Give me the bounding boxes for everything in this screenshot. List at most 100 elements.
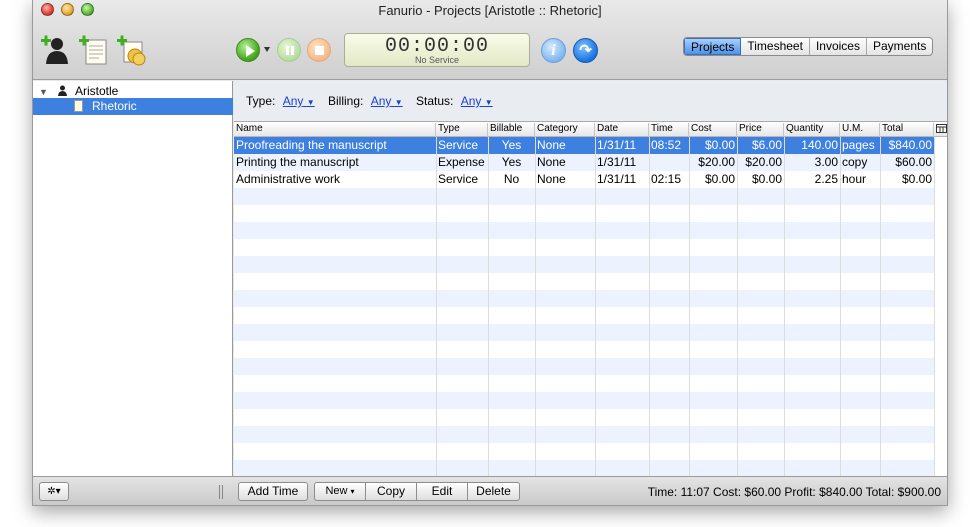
totals-status: Time: 11:07 Cost: $60.00 Profit: $840.00… (647, 485, 941, 499)
table-cell: copy (842, 155, 868, 169)
billing-filter-dropdown[interactable]: Any ▼ (371, 94, 403, 108)
table-cell: 140.00 (801, 138, 838, 152)
table-cell: $20.00 (745, 155, 782, 169)
empty-row (234, 375, 934, 392)
column-header[interactable]: Category (535, 123, 595, 137)
project-label: Rhetoric (92, 99, 137, 113)
column-header[interactable]: Price (737, 123, 784, 137)
empty-row (234, 239, 934, 256)
sidebar: ▼ Aristotle Rhetoric (33, 81, 233, 476)
table-cell: 2.25 (814, 172, 838, 186)
column-divider (934, 137, 935, 476)
tab-payments[interactable]: Payments (867, 38, 932, 55)
table-cell: $0.00 (901, 172, 932, 186)
table-cell: Proofreading the manuscript (236, 138, 387, 152)
table-cell: $0.00 (751, 172, 782, 186)
empty-row (234, 188, 934, 205)
empty-row (234, 324, 934, 341)
main-panel: Type: Any ▼ Billing: Any ▼ Status: Any ▼… (234, 81, 947, 476)
delete-button[interactable]: Delete (467, 482, 520, 501)
table-header: Name Type Billable Category Date Time Cost Pric… (234, 122, 947, 137)
caret-down-icon: ▼ (394, 98, 403, 107)
add-client-icon[interactable] (39, 34, 71, 66)
person-icon (58, 85, 68, 96)
column-header[interactable]: Name (234, 123, 436, 137)
tab-invoices[interactable]: Invoices (810, 38, 867, 55)
edit-button[interactable]: Edit (416, 482, 468, 501)
table-cell: Yes (501, 138, 522, 152)
status-filter-dropdown[interactable]: Any ▼ (461, 94, 493, 108)
table-cell: Service (438, 172, 479, 186)
column-header[interactable]: Type (436, 123, 488, 137)
table-cell: 1/31/11 (597, 138, 637, 152)
table-row[interactable]: Printing the manuscript Expense Yes None 1/3… (234, 154, 934, 171)
table-cell: $0.00 (704, 138, 735, 152)
add-expense-icon[interactable] (115, 34, 147, 66)
new-menu-button[interactable]: New ▾ (314, 482, 366, 501)
column-header[interactable]: Cost (689, 123, 737, 137)
gear-menu-button[interactable]: ✲▾ (39, 482, 69, 501)
table-cell: Administrative work (236, 172, 341, 186)
column-chooser-icon[interactable] (936, 124, 947, 135)
empty-row (234, 222, 934, 239)
caret-down-icon: ▾ (350, 487, 355, 496)
column-divider (880, 137, 881, 476)
tree-item-client[interactable]: ▼ Aristotle (39, 84, 118, 98)
empty-row (234, 392, 934, 409)
table-cell: No (503, 172, 520, 186)
column-divider (784, 137, 785, 476)
table-cell: $840.00 (888, 138, 932, 152)
column-divider (737, 137, 738, 476)
billing-filter-label: Billing: (328, 94, 364, 108)
table-cell: Yes (501, 155, 522, 169)
empty-row (234, 290, 934, 307)
billing-filter-value: Any (370, 94, 392, 108)
redo-arrow-icon[interactable]: ↷ (573, 38, 598, 63)
tab-timesheet[interactable]: Timesheet (741, 38, 810, 55)
table-cell: pages (842, 138, 875, 152)
column-divider (436, 137, 437, 476)
empty-row (234, 256, 934, 273)
info-icon[interactable]: i (541, 38, 566, 63)
empty-row (234, 307, 934, 324)
toolbar: Fanurio - Projects [Aristotle :: Rhetori… (33, 0, 947, 80)
type-filter-dropdown[interactable]: Any ▼ (283, 94, 315, 108)
start-timer-button[interactable] (236, 38, 260, 62)
add-project-icon[interactable] (77, 34, 109, 66)
sidebar-resize-handle[interactable] (219, 485, 223, 499)
column-header[interactable]: Time (649, 123, 689, 137)
tree-item-project[interactable]: Rhetoric (33, 98, 233, 115)
chevron-down-icon[interactable] (264, 47, 270, 52)
caret-down-icon: ▼ (484, 98, 493, 107)
table-cell: None (537, 138, 566, 152)
table-row[interactable]: Administrative work Service No None 1/31/11 0… (234, 171, 934, 188)
column-divider (689, 137, 690, 476)
table-cell: 3.00 (814, 155, 838, 169)
table-cell: None (537, 155, 566, 169)
pause-timer-button[interactable] (277, 38, 301, 62)
items-table: Name Type Billable Category Date Time Cost Pric… (234, 121, 947, 476)
column-divider (840, 137, 841, 476)
empty-row (234, 426, 934, 443)
column-header[interactable]: U.M. (840, 123, 880, 137)
table-row[interactable]: Proofreading the manuscript Service Yes Non… (234, 137, 934, 154)
tab-projects[interactable]: Projects (684, 38, 742, 55)
empty-row (234, 443, 934, 460)
add-time-button[interactable]: Add Time (238, 482, 308, 501)
disclosure-triangle-icon[interactable]: ▼ (39, 87, 48, 97)
empty-row (234, 460, 934, 476)
table-cell: $0.00 (704, 172, 735, 186)
column-header[interactable]: Total (880, 123, 934, 137)
stop-timer-button[interactable] (307, 38, 331, 62)
column-header[interactable]: Date (595, 123, 649, 137)
column-header[interactable]: Billable (488, 123, 535, 137)
column-header[interactable]: Quantity (784, 123, 840, 137)
column-divider (595, 137, 596, 476)
table-cell: None (537, 172, 566, 186)
new-label: New (325, 485, 348, 497)
timer-display[interactable]: 00:00:00 No Service (344, 33, 530, 67)
type-filter-value: Any (282, 94, 304, 108)
status-filter-value: Any (460, 94, 482, 108)
copy-button[interactable]: Copy (365, 482, 417, 501)
table-cell: $6.00 (751, 138, 782, 152)
